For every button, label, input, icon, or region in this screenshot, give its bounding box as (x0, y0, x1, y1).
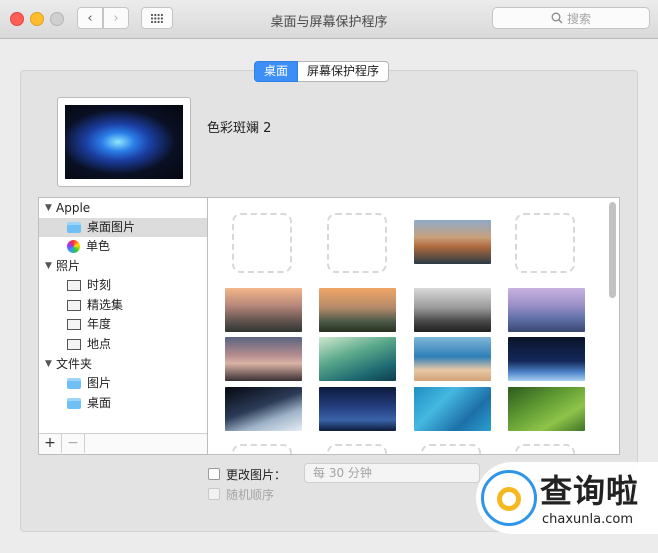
empty-slot (327, 444, 387, 454)
empty-slot (232, 213, 292, 273)
wallpaper-name: 色彩斑斓 2 (207, 121, 272, 136)
tab-desktop[interactable]: 桌面 (254, 61, 299, 82)
tab-bar: 桌面 屏幕保护程序 (254, 61, 390, 82)
wallpaper-thumbnail[interactable] (319, 337, 396, 381)
watermark-url: chaxunla.com (542, 512, 633, 527)
wallpaper-thumbnail[interactable] (508, 387, 585, 431)
watermark-logo-icon (481, 470, 537, 526)
add-folder-button[interactable]: + (39, 434, 62, 453)
title-bar: ‹ › 桌面与屏幕保护程序 搜索 (0, 0, 658, 39)
wallpaper-thumbnail[interactable] (414, 387, 491, 431)
wallpaper-thumbnail[interactable] (225, 288, 302, 332)
interval-popup[interactable]: 每 30 分钟 (304, 463, 480, 483)
photo-album-icon (67, 319, 81, 330)
photo-album-icon (67, 300, 81, 311)
wallpaper-thumbnail[interactable] (508, 337, 585, 381)
random-order-label: 随机顺序 (226, 488, 275, 502)
sidebar-item-label: 地点 (87, 337, 112, 351)
sidebar-group-apple[interactable]: ▼ Apple (39, 199, 207, 218)
source-list: ▼ Apple 桌面图片 单色 ▼ 照片 时刻 精选集 年度 地点 ▼ 文件夹 … (38, 197, 208, 455)
sidebar-footer: + − (39, 433, 207, 454)
sidebar-item-years[interactable]: 年度 (39, 315, 207, 334)
sidebar-item-label: 照片 (56, 259, 81, 273)
preview-image (65, 105, 183, 179)
wallpaper-grid (208, 197, 620, 455)
change-picture-checkbox[interactable] (208, 468, 220, 480)
photo-album-icon (67, 339, 81, 350)
wallpaper-thumbnail[interactable] (414, 220, 491, 264)
wallpaper-thumbnail[interactable] (225, 387, 302, 431)
empty-slot (515, 444, 575, 454)
remove-folder-button[interactable]: − (62, 434, 85, 453)
sidebar-item-desktop[interactable]: 桌面 (39, 394, 207, 413)
sidebar-item-label: 单色 (86, 239, 111, 253)
sidebar-group-folders[interactable]: ▼ 文件夹 (39, 355, 207, 374)
sidebar-item-desktop-pictures[interactable]: 桌面图片 (39, 218, 207, 237)
sidebar-group-photos[interactable]: ▼ 照片 (39, 257, 207, 276)
sidebar-item-label: 年度 (87, 317, 112, 331)
wallpaper-thumbnail[interactable] (508, 288, 585, 332)
sidebar-item-label: 精选集 (87, 298, 124, 312)
empty-slot (327, 213, 387, 273)
search-field[interactable]: 搜索 (492, 7, 650, 29)
sidebar-item-moments[interactable]: 时刻 (39, 276, 207, 295)
change-picture-label: 更改图片： (226, 468, 287, 482)
folder-icon (67, 378, 81, 389)
sidebar-item-label: Apple (56, 201, 91, 215)
search-placeholder: 搜索 (566, 11, 591, 26)
empty-slot (515, 213, 575, 273)
sidebar-item-label: 时刻 (87, 278, 112, 292)
disclosure-triangle-icon[interactable]: ▼ (45, 355, 56, 374)
disclosure-triangle-icon[interactable]: ▼ (45, 199, 56, 218)
sidebar-item-collections[interactable]: 精选集 (39, 296, 207, 315)
wallpaper-thumbnail[interactable] (414, 288, 491, 332)
photo-album-icon (67, 280, 81, 291)
search-icon (551, 12, 563, 24)
sidebar-item-label: 桌面图片 (87, 220, 136, 234)
sidebar-item-label: 图片 (87, 376, 112, 390)
color-wheel-icon (67, 240, 80, 253)
folder-icon (67, 222, 81, 233)
disclosure-triangle-icon[interactable]: ▼ (45, 257, 56, 276)
tab-screensaver[interactable]: 屏幕保护程序 (298, 61, 390, 82)
wallpaper-thumbnail[interactable] (319, 288, 396, 332)
random-order-checkbox[interactable] (208, 488, 220, 500)
wallpaper-thumbnail[interactable] (414, 337, 491, 381)
grid-scrollbar[interactable] (609, 202, 616, 298)
sidebar-item-label: 桌面 (87, 396, 112, 410)
sidebar-item-solid-colors[interactable]: 单色 (39, 237, 207, 256)
wallpaper-thumbnail[interactable] (225, 337, 302, 381)
empty-slot (421, 444, 481, 454)
empty-slot (232, 444, 292, 454)
watermark-brand: 查询啦 (540, 472, 640, 510)
folder-icon (67, 398, 81, 409)
wallpaper-thumbnail[interactable] (319, 387, 396, 431)
sidebar-item-pictures[interactable]: 图片 (39, 374, 207, 393)
wallpaper-preview (57, 97, 191, 187)
watermark: 查询啦 chaxunla.com (476, 462, 658, 534)
sidebar-item-places[interactable]: 地点 (39, 335, 207, 354)
sidebar-item-label: 文件夹 (56, 357, 93, 371)
